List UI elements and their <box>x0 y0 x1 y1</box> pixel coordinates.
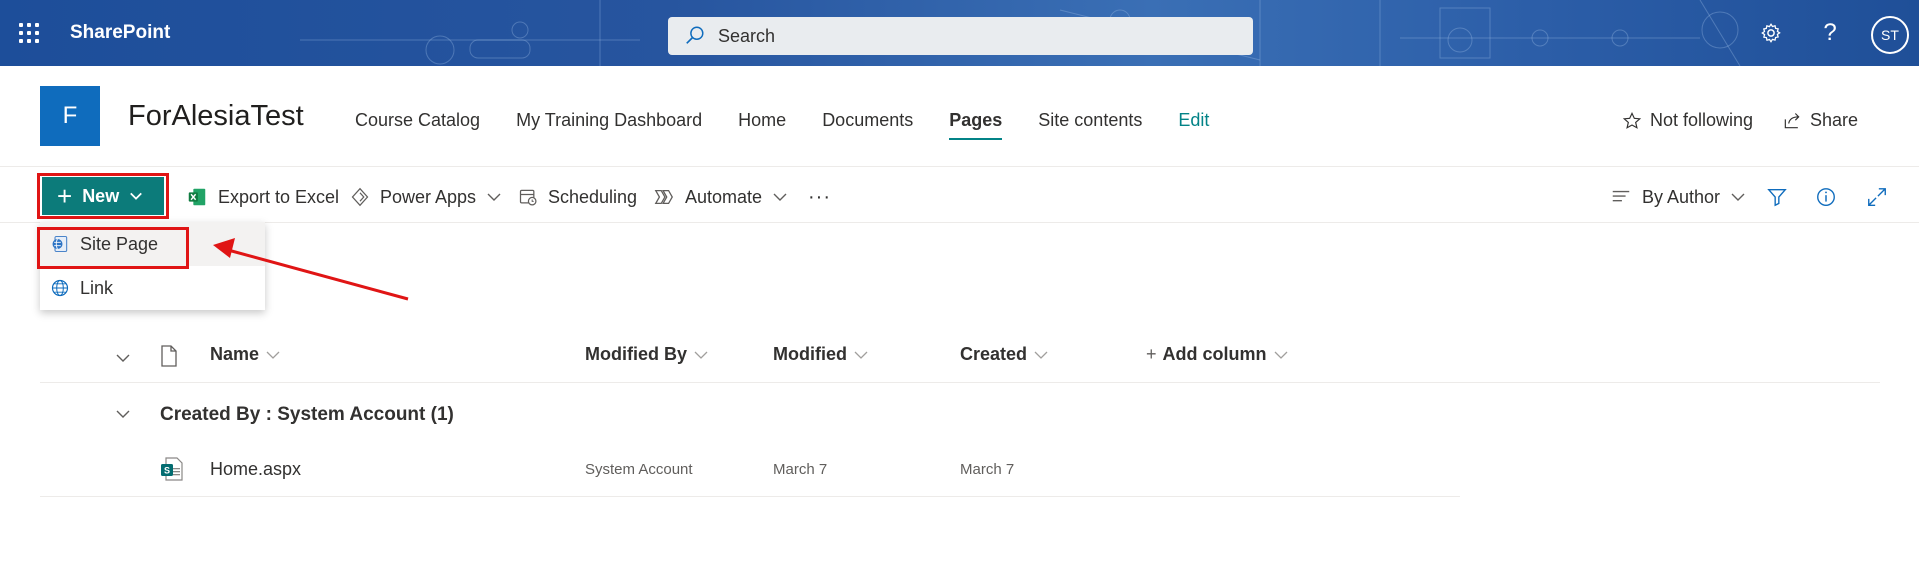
column-header-label: Name <box>210 344 260 364</box>
list-header-divider <box>40 382 1880 383</box>
column-header-label: Modified By <box>585 344 687 364</box>
chevron-down-icon <box>854 351 868 359</box>
cell-modified: March 7 <box>773 461 828 478</box>
annotation-arrow <box>213 238 409 301</box>
column-header-label: Modified <box>773 344 847 364</box>
chevron-down-icon <box>266 351 280 359</box>
sharepoint-page-icon: S <box>161 457 183 481</box>
svg-text:S: S <box>164 466 170 476</box>
group-collapse-chevron-icon[interactable] <box>115 406 131 422</box>
group-header[interactable]: Created By : System Account (1) <box>160 404 454 426</box>
add-column-button[interactable]: + Add column <box>1146 344 1289 365</box>
row-divider <box>40 496 1460 497</box>
column-header-modified-by[interactable]: Modified By <box>585 344 709 365</box>
column-header-label: Created <box>960 344 1028 364</box>
chevron-down-icon <box>1274 351 1287 359</box>
cell-modified-by: System Account <box>585 461 693 478</box>
add-column-label: Add column <box>1162 344 1267 364</box>
chevron-down-icon <box>1034 351 1048 359</box>
collapse-all-chevron-icon[interactable] <box>115 350 131 366</box>
column-header-modified[interactable]: Modified <box>773 344 869 365</box>
plus-icon: + <box>1146 344 1157 364</box>
column-header-created[interactable]: Created <box>960 344 1049 365</box>
chevron-down-icon <box>694 351 708 359</box>
column-header-name[interactable]: Name <box>210 344 281 365</box>
file-type-icon <box>161 345 177 367</box>
file-name-link[interactable]: Home.aspx <box>210 459 301 480</box>
cell-created: March 7 <box>960 461 1015 478</box>
